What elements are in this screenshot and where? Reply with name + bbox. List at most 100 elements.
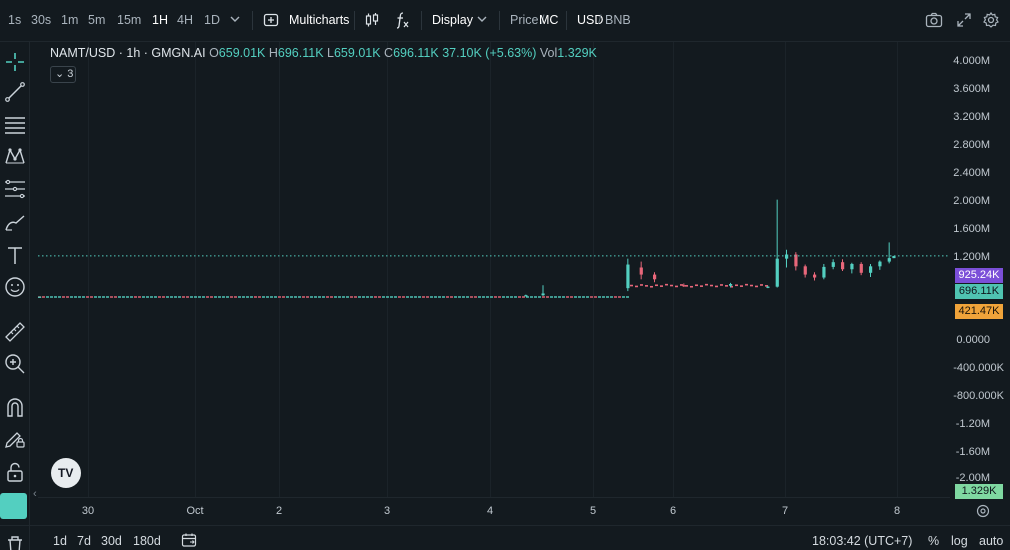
- candle-body: [822, 266, 826, 278]
- interval-1h[interactable]: 1H: [152, 13, 168, 27]
- range-1d-button[interactable]: 1d: [53, 534, 67, 548]
- candle-body: [869, 266, 873, 273]
- auto-toggle[interactable]: auto: [979, 534, 1003, 548]
- pattern-tool-icon[interactable]: [3, 145, 27, 169]
- date-range-icon[interactable]: [181, 532, 197, 550]
- price-tick: 3.200M: [953, 111, 990, 123]
- candles-icon[interactable]: [364, 12, 380, 28]
- range-30d-button[interactable]: 30d: [101, 534, 122, 548]
- zoom-in-icon[interactable]: [3, 352, 27, 376]
- settings-gear-icon[interactable]: [983, 12, 999, 28]
- lock-icon[interactable]: [3, 460, 27, 484]
- candle-body: [813, 274, 817, 278]
- top-toolbar: 1s 30s 1m 5m 15m 1H 4H 1D Multicharts Di…: [0, 0, 1010, 42]
- mc-toggle-text[interactable]: MC: [539, 13, 558, 27]
- chevron-down-icon[interactable]: [229, 12, 241, 26]
- candle-body: [887, 258, 891, 262]
- bnb-toggle[interactable]: BNB: [605, 13, 631, 27]
- favorite-tools-button[interactable]: [0, 493, 27, 519]
- candle-body: [785, 254, 789, 259]
- symbol-title[interactable]: NAMT/USD · 1h · GMGN.AI: [50, 46, 206, 60]
- logo-mark: TV: [58, 466, 74, 480]
- fullscreen-icon[interactable]: [957, 13, 971, 27]
- bottom-bar: 1d 7d 30d 180d 18:03:42 (UTC+7) % log au…: [0, 525, 1010, 550]
- price-tick: 2.000M: [953, 195, 990, 207]
- candle-body: [803, 266, 807, 275]
- toolbar-divider: [499, 11, 500, 30]
- range-180d-button[interactable]: 180d: [133, 534, 161, 548]
- multicharts-button[interactable]: Multicharts: [289, 13, 349, 27]
- log-toggle[interactable]: log: [951, 534, 968, 548]
- price-tick: 0.0000: [956, 334, 990, 346]
- last-price-label: 696.11K: [955, 284, 1003, 299]
- high-value: 696.11K: [277, 46, 324, 60]
- range-7d-button[interactable]: 7d: [77, 534, 91, 548]
- interval-1s[interactable]: 1s: [8, 13, 21, 27]
- chevron-down-icon[interactable]: [476, 12, 488, 26]
- price-toggle[interactable]: Price: [510, 13, 538, 27]
- close-key: C: [384, 46, 394, 60]
- trend-line-icon[interactable]: [3, 80, 27, 104]
- open-key: O: [209, 46, 219, 60]
- low-value: 659.01K: [333, 46, 381, 60]
- tradingview-logo[interactable]: TV: [51, 458, 81, 488]
- price-tick: 1.600M: [953, 223, 990, 235]
- candle-body: [850, 263, 854, 270]
- low-key: L: [327, 46, 334, 60]
- multicharts-icon[interactable]: [263, 12, 279, 28]
- interval-1m[interactable]: 1m: [61, 13, 78, 27]
- brush-icon[interactable]: [3, 211, 27, 235]
- time-tick: 4: [486, 505, 494, 517]
- indicators-fx-icon[interactable]: [394, 11, 410, 29]
- magnet-icon[interactable]: [3, 396, 27, 420]
- candle-body: [859, 263, 863, 273]
- price-tick: -1.20M: [955, 418, 990, 430]
- crosshair-icon[interactable]: [3, 50, 27, 74]
- scale-settings-icon[interactable]: [976, 504, 990, 521]
- price-tick: -1.60M: [955, 446, 990, 458]
- candle-body: [626, 264, 630, 289]
- time-tick: 8: [893, 505, 901, 517]
- toolbar-divider: [566, 11, 567, 30]
- interval-30s[interactable]: 30s: [31, 13, 51, 27]
- close-value: 696.11K: [393, 46, 439, 60]
- price-tick: 4.000M: [953, 55, 990, 67]
- percent-toggle[interactable]: %: [928, 534, 939, 548]
- horizontal-lines-icon[interactable]: [3, 113, 27, 137]
- collapse-toolbar-icon[interactable]: ‹: [33, 488, 37, 500]
- interval-4h[interactable]: 4H: [177, 13, 193, 27]
- time-tick: 6: [669, 505, 677, 517]
- text-tool-icon[interactable]: [3, 243, 27, 267]
- fib-retracement-icon[interactable]: [3, 178, 27, 202]
- candle-body: [841, 262, 845, 270]
- price-tick: -800.000K: [953, 390, 1004, 402]
- candle-body: [878, 261, 882, 267]
- toolbar-divider: [421, 11, 422, 30]
- price-tick: 1.200M: [953, 251, 990, 263]
- pencil-lock-icon[interactable]: [3, 427, 27, 451]
- ruler-icon[interactable]: [3, 320, 27, 344]
- indicator-count: 3: [67, 68, 74, 80]
- interval-15m[interactable]: 15m: [117, 13, 141, 27]
- display-menu-button[interactable]: Display: [432, 13, 473, 27]
- candle-body: [766, 286, 770, 288]
- interval-1d[interactable]: 1D: [204, 13, 220, 27]
- candle-body: [729, 284, 733, 286]
- interval-5m[interactable]: 5m: [88, 13, 105, 27]
- toolbar-divider: [252, 11, 253, 30]
- emoji-icon[interactable]: [3, 275, 27, 299]
- time-tick: 5: [589, 505, 597, 517]
- candle-body: [639, 267, 643, 275]
- time-scale[interactable]: 30 Oct 2 3 4 5 6 7 8: [38, 497, 950, 525]
- candle-body: [775, 258, 779, 287]
- toolbar-divider: [354, 11, 355, 30]
- time-tick: Oct: [186, 505, 204, 517]
- price-chart[interactable]: [38, 42, 950, 497]
- utc-clock[interactable]: 18:03:42 (UTC+7): [812, 534, 912, 548]
- price-tick: -2.00M: [955, 472, 990, 484]
- camera-icon[interactable]: [925, 12, 943, 28]
- high-key: H: [268, 46, 278, 60]
- volume-label: 1.329K: [955, 484, 1003, 499]
- change-value: 37.10K (+5.63%): [442, 46, 537, 60]
- indicators-toggle[interactable]: ⌄ 3: [50, 66, 76, 83]
